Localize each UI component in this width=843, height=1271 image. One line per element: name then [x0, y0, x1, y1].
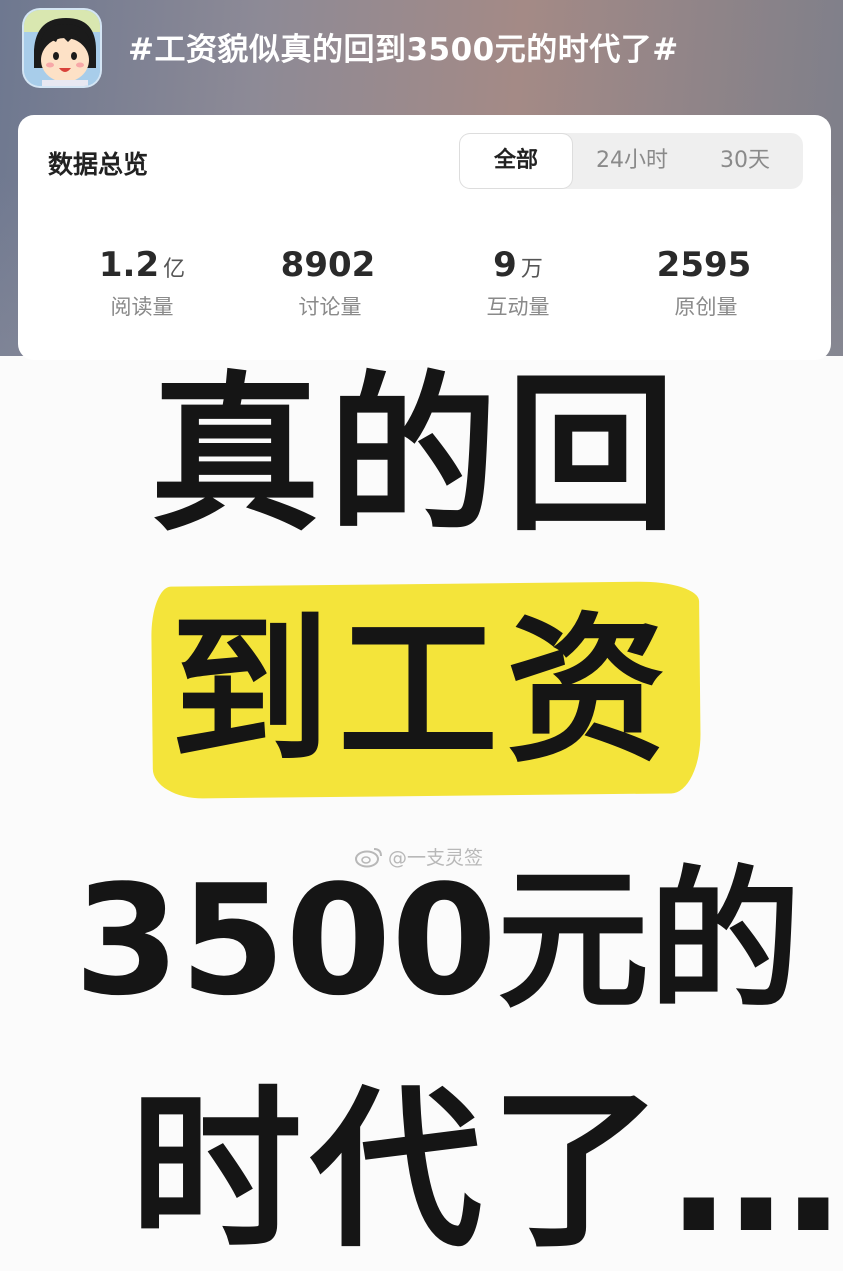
stat-value: 2595	[656, 245, 752, 285]
tab-all[interactable]: 全部	[460, 134, 572, 188]
poster-line-1: 真的回	[150, 357, 685, 555]
stat-unit: 亿	[163, 257, 186, 282]
stat-unit: 万	[520, 257, 543, 282]
stat-label: 阅读量	[110, 295, 174, 319]
poster-line-3: 3500元的	[74, 852, 802, 1029]
cartoon-avatar-icon	[24, 10, 100, 86]
card-title: 数据总览	[48, 150, 149, 179]
time-range-tabs: 全部 24小时 30天	[459, 133, 803, 189]
poster-line-4: 时代了…	[130, 1070, 843, 1271]
avatar[interactable]	[22, 8, 102, 88]
poster-image: 真的回 到工资 @一支灵签 3500元的 时代了…	[0, 356, 843, 1271]
stat-value: 8902	[280, 245, 376, 285]
stat-label: 讨论量	[298, 295, 362, 319]
stat-originals: 2595 原创量	[611, 245, 801, 322]
tab-30d[interactable]: 30天	[695, 133, 795, 189]
stat-label: 原创量	[674, 295, 738, 319]
data-overview-card: 数据总览 全部 24小时 30天 1.2 亿 阅读量 8902 讨论量 9万 互动…	[18, 115, 831, 360]
stat-value: 1.2 亿	[98, 245, 186, 285]
poster-line-2: 到工资	[170, 597, 675, 784]
stat-label: 互动量	[486, 295, 550, 319]
stat-interactions: 9万 互动量	[423, 245, 613, 322]
stat-discussions: 8902 讨论量	[235, 245, 425, 322]
stat-reads: 1.2 亿 阅读量	[47, 245, 237, 322]
topic-title: #工资貌似真的回到3500元的时代了#	[128, 32, 679, 68]
tab-24h[interactable]: 24小时	[577, 133, 687, 189]
stat-value: 9万	[493, 245, 543, 285]
